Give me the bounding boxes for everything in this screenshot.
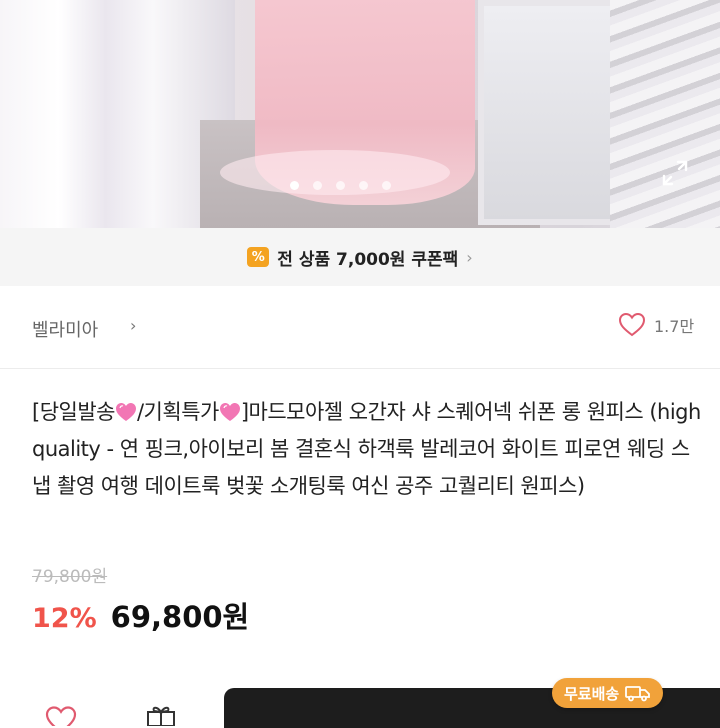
- price-row: 12% 69,800원: [32, 594, 249, 636]
- carousel-dot[interactable]: [336, 180, 345, 190]
- mirror-frame: [610, 0, 720, 228]
- like-button[interactable]: 1.7만: [618, 312, 694, 338]
- chevron-right-icon[interactable]: ›: [130, 316, 136, 335]
- expand-icon[interactable]: [658, 156, 692, 190]
- seller-name-link[interactable]: 벨라미아: [32, 316, 98, 342]
- title-prefix: [당일발송: [32, 400, 115, 424]
- pink-heart-icon: [219, 403, 240, 421]
- title-middle: /기획특가: [136, 400, 219, 424]
- carousel-dot[interactable]: [382, 180, 391, 190]
- original-price: 79,800원: [32, 567, 108, 587]
- coupon-icon: %: [247, 247, 270, 267]
- gift-icon[interactable]: [144, 704, 178, 726]
- free-shipping-badge: 무료배송: [552, 678, 664, 708]
- heart-icon[interactable]: [44, 706, 78, 726]
- truck-icon: [625, 686, 651, 702]
- coupon-text: 전 상품 7,000원 쿠폰팩: [277, 249, 459, 270]
- heart-icon: [618, 312, 646, 337]
- chevron-right-icon: ›: [466, 247, 473, 267]
- mirror-image: [478, 0, 628, 225]
- discount-rate: 12%: [32, 603, 97, 634]
- like-count: 1.7만: [654, 317, 695, 336]
- carousel-dot[interactable]: [359, 180, 368, 190]
- carousel-dot[interactable]: [313, 180, 322, 190]
- free-shipping-label: 무료배송: [564, 684, 620, 703]
- carousel-dot[interactable]: [290, 180, 299, 190]
- carousel-indicator: [290, 178, 391, 192]
- sale-price: 69,800원: [110, 600, 250, 634]
- seller-row: 벨라미아 › 1.7만: [0, 288, 720, 369]
- coupon-banner[interactable]: % 전 상품 7,000원 쿠폰팩 ›: [0, 228, 720, 286]
- product-title: [당일발송/기획특가]마드모아젤 오간자 샤 스퀘어넥 쉬폰 롱 원피스 (hi…: [32, 394, 702, 505]
- pink-heart-icon: [115, 403, 136, 421]
- product-image[interactable]: [0, 0, 720, 228]
